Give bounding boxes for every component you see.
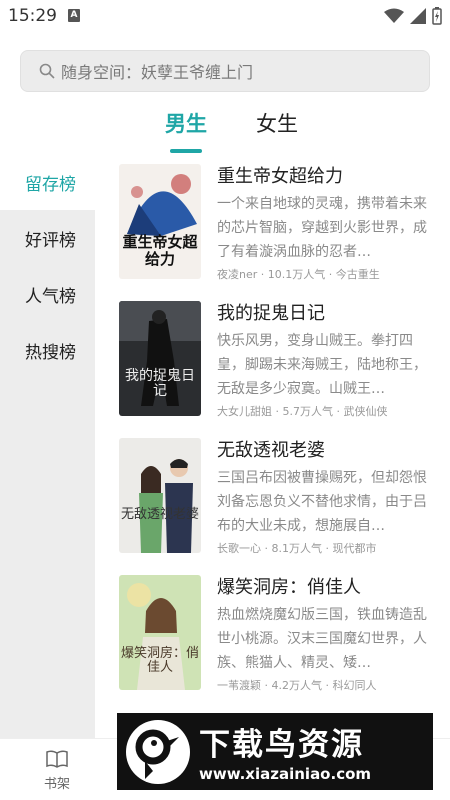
tab-indicator [170, 149, 202, 153]
book-description: 三国吕布因被曹操赐死，但却怨恨刘备忘恩负义不替他求情，由于吕布的大业未成，想施展… [217, 470, 427, 534]
book-meta: 夜凌ner · 10.1万人气 · 今古重生 [217, 268, 380, 281]
book-icon [46, 750, 68, 768]
battery-icon [432, 7, 442, 25]
tab-female[interactable]: 女生 [256, 108, 298, 138]
book-item[interactable]: 爆笑洞房：俏佳人 爆笑洞房：俏佳人 热血燃烧魔幻版三国，铁血铸造乱世小桃源。汉末… [119, 565, 434, 692]
watermark-text: 下载鸟资源 [199, 727, 364, 763]
gender-tabs: 男生 女生 [0, 100, 450, 154]
book-title: 爆笑洞房：俏佳人 [217, 577, 361, 598]
ranking-side-nav: 留存榜 好评榜 人气榜 热搜榜 [0, 154, 95, 738]
signal-icon [410, 8, 426, 24]
watermark-overlay: 下载鸟资源 www.xiazainiao.com [117, 713, 433, 790]
wifi-icon [384, 8, 404, 23]
side-item-rating[interactable]: 好评榜 [0, 210, 95, 266]
book-cover: 我的捉鬼日记 [119, 301, 201, 416]
book-item[interactable]: 重生帝女超给力 重生帝女超给力 一个来自地球的灵魂，携带着未来的芯片智脑，穿越到… [119, 154, 434, 281]
book-meta: 长歌一心 · 8.1万人气 · 现代都市 [217, 542, 377, 555]
watermark-url: www.xiazainiao.com [199, 765, 372, 783]
book-cover: 爆笑洞房：俏佳人 [119, 575, 201, 690]
status-bar: 15:29 A [0, 0, 450, 34]
side-item-retention[interactable]: 留存榜 [0, 154, 95, 210]
book-list: 重生帝女超给力 重生帝女超给力 一个来自地球的灵魂，携带着未来的芯片智脑，穿越到… [95, 154, 450, 738]
book-description: 一个来自地球的灵魂，携带着未来的芯片智脑，穿越到火影世界，成了有着漩涡血脉的忍者… [217, 196, 427, 260]
book-item[interactable]: 我的捉鬼日记 我的捉鬼日记 快乐风男，变身山贼王。拳打四皇，脚踢未来海贼王，陆地… [119, 291, 434, 418]
status-time: 15:29 [8, 6, 57, 26]
tab-male[interactable]: 男生 [165, 108, 207, 138]
search-icon [39, 63, 55, 79]
cover-title: 爆笑洞房：俏佳人 [120, 646, 199, 676]
book-cover: 无敌透视老婆 [119, 438, 201, 553]
book-title: 无敌透视老婆 [217, 440, 325, 461]
side-item-hot-search[interactable]: 热搜榜 [0, 322, 95, 378]
book-meta: 一苇渡颖 · 4.2万人气 · 科幻同人 [217, 679, 377, 692]
book-title: 我的捉鬼日记 [217, 303, 325, 324]
cover-title: 重生帝女超给力 [122, 233, 198, 268]
bird-logo-icon [126, 720, 190, 784]
search-input[interactable]: 随身空间：妖孽王爷缠上门 [20, 50, 430, 92]
cover-title: 无敌透视老婆 [120, 507, 199, 522]
book-title: 重生帝女超给力 [217, 166, 343, 187]
cover-title: 我的捉鬼日记 [125, 368, 195, 400]
search-placeholder: 随身空间：妖孽王爷缠上门 [61, 63, 254, 82]
book-meta: 大女儿甜姐 · 5.7万人气 · 武侠仙侠 [217, 405, 388, 418]
book-cover: 重生帝女超给力 [119, 164, 201, 279]
notification-a-icon: A [68, 9, 80, 22]
book-item[interactable]: 无敌透视老婆 无敌透视老婆 三国吕布因被曹操赐死，但却怨恨刘备忘恩负义不替他求情… [119, 428, 434, 555]
side-item-popularity[interactable]: 人气榜 [0, 266, 95, 322]
bnav-bookshelf[interactable]: 书架 [27, 749, 87, 792]
status-icons [384, 6, 442, 26]
book-description: 快乐风男，变身山贼王。拳打四皇，脚踢未来海贼王，陆地称王，无敌是多少寂寞。山贼王… [217, 333, 427, 397]
book-description: 热血燃烧魔幻版三国，铁血铸造乱世小桃源。汉末三国魔幻世界，人族、熊猫人、精灵、矮… [217, 607, 427, 671]
